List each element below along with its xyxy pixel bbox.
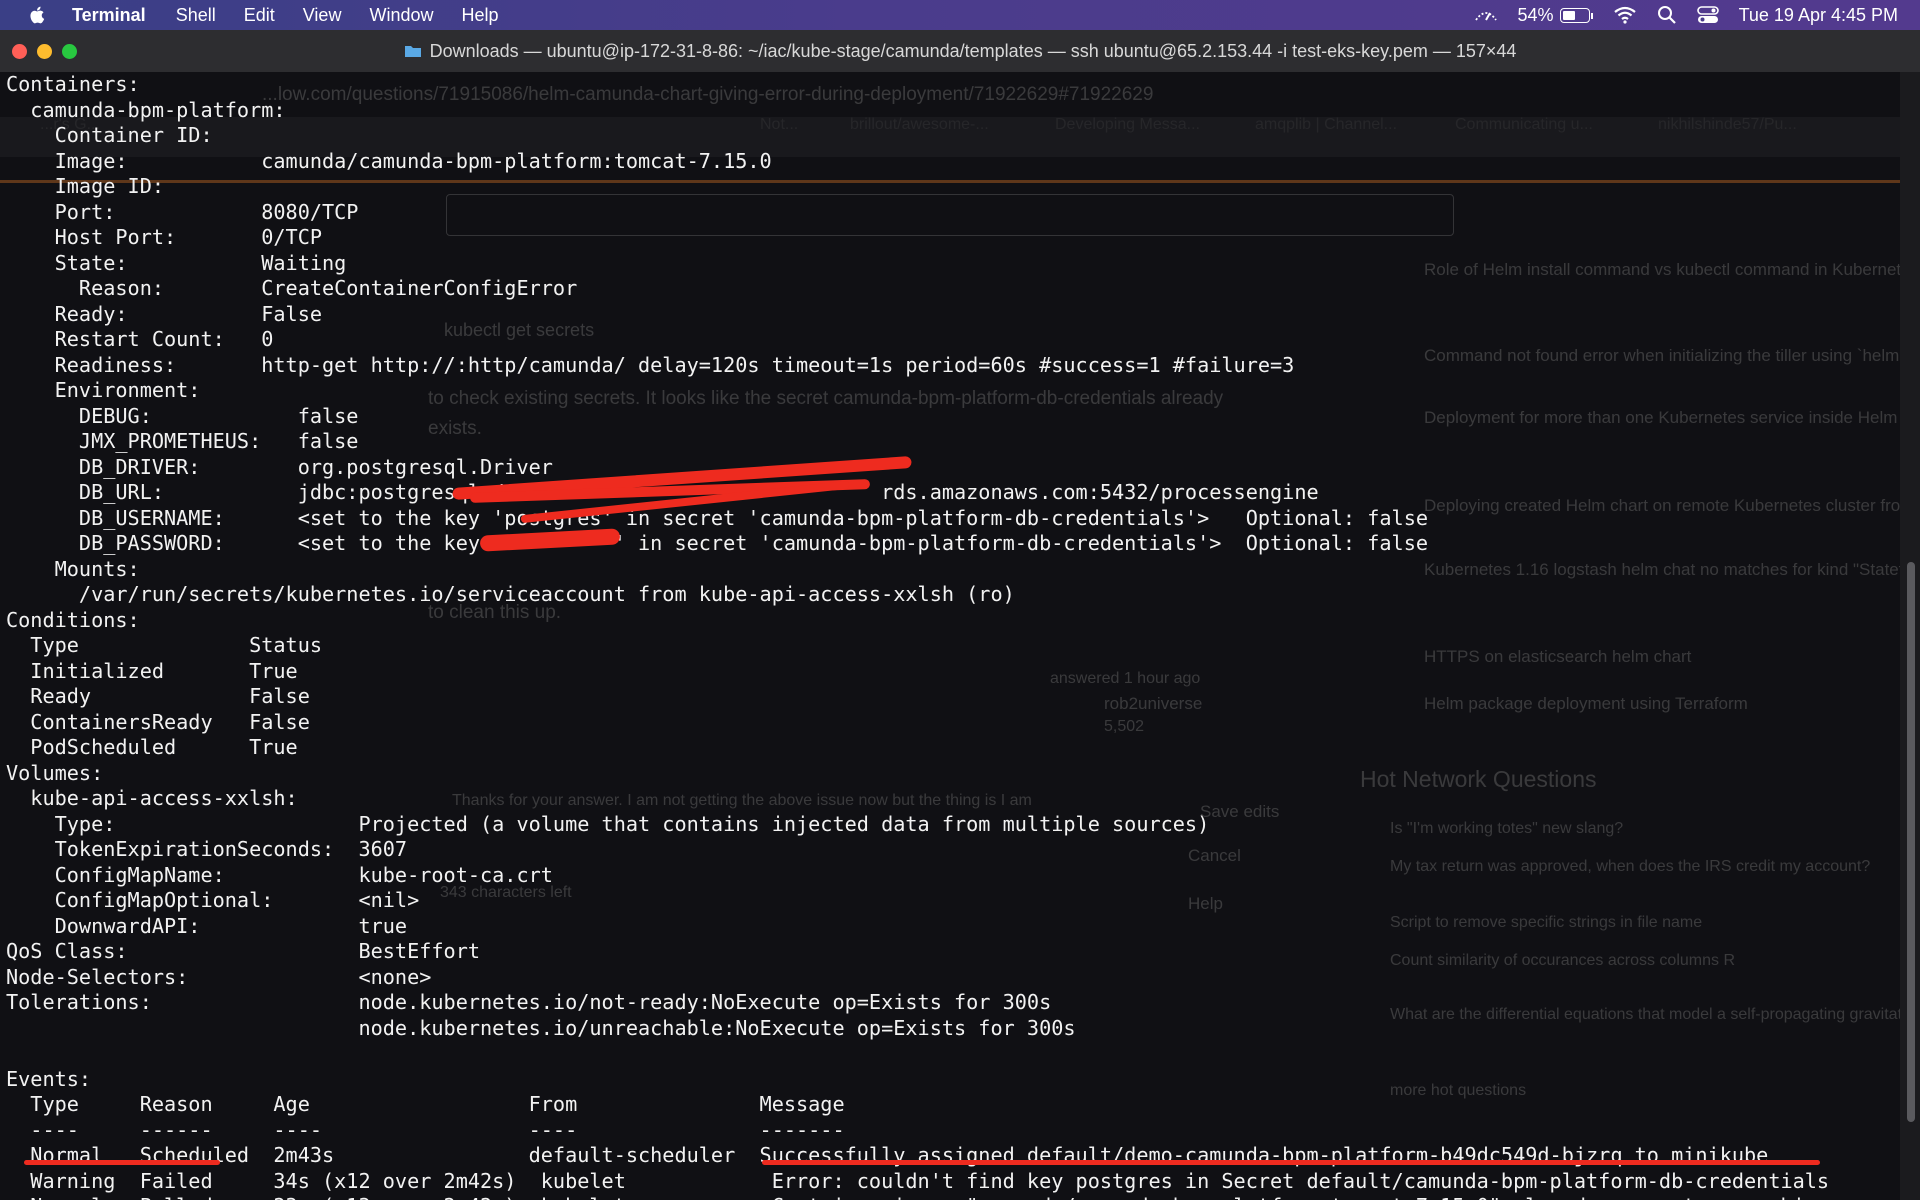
highlight-underline	[24, 1160, 220, 1165]
terminal-line: Port: 8080/TCP	[6, 199, 359, 224]
ghost-orange-stripe	[0, 180, 1920, 183]
terminal-line: Type: Projected (a volume that contains …	[6, 811, 1210, 836]
menu-shell[interactable]: Shell	[176, 5, 216, 26]
terminal-line: ConfigMapOptional: <nil>	[6, 888, 420, 912]
terminal-view[interactable]: ...low.com/questions/71915086/helm-camun…	[0, 72, 1920, 1200]
terminal-line: Reason: CreateContainerConfigError	[6, 276, 578, 300]
terminal-line: /var/run/secrets/kubernetes.io/serviceac…	[6, 582, 1015, 606]
terminal-line: Host Port: 0/TCP	[6, 225, 323, 249]
terminal-line: Events:	[6, 1066, 92, 1091]
terminal-line: DB_PASSWORD: <set to the key ' ' in secr…	[6, 531, 1429, 555]
terminal-line: Image ID:	[6, 174, 165, 198]
terminal-line: Readiness: http-get http://:http/camunda…	[6, 352, 1295, 377]
terminal-line: ConfigMapName: kube-root-ca.crt	[6, 862, 553, 887]
terminal-line: Ready False	[6, 684, 310, 708]
terminal-line: ---- ------ ---- ---- -------	[6, 1117, 845, 1142]
terminal-line: kube-api-access-xxlsh:	[6, 786, 298, 810]
ghost-bookmarks-bar: ...r's G... Not... brillout/awesome-... …	[40, 116, 1797, 133]
apple-icon[interactable]	[24, 5, 52, 25]
terminal-line: camunda-bpm-platform:	[6, 97, 286, 122]
terminal-line: Warning Failed 34s (x12 over 2m42s) kube…	[6, 1168, 1830, 1193]
terminal-line: Containers:	[6, 72, 140, 96]
scrollbar[interactable]	[1900, 72, 1920, 1200]
ghost-url: ...low.com/questions/71915086/helm-camun…	[262, 84, 1154, 105]
menu-app-terminal[interactable]: Terminal	[72, 5, 146, 26]
search-icon[interactable]	[1657, 5, 1677, 25]
terminal-line: Mounts:	[6, 556, 140, 581]
terminal-line: DB_DRIVER: org.postgresql.Driver	[6, 454, 553, 479]
clock[interactable]: Tue 19 Apr 4:45 PM	[1739, 5, 1898, 26]
terminal-line: Volumes:	[6, 760, 104, 785]
terminal-line: Tolerations: node.kubernetes.io/not-read…	[6, 990, 1052, 1014]
terminal-line: Normal Pulled 23s (x13 over 2m42s) kubel…	[6, 1194, 1829, 1200]
terminal-line: State: Waiting	[6, 250, 347, 275]
battery-icon[interactable]	[1559, 5, 1593, 26]
terminal-line: Container ID:	[6, 123, 213, 147]
terminal-line: PodScheduled True	[6, 735, 298, 759]
window-title: Downloads — ubuntu@ip-172-31-8-86: ~/iac…	[429, 40, 1517, 61]
ghost-search-box	[446, 194, 1454, 236]
battery-percent: 54%	[1517, 4, 1554, 25]
terminal-line: Restart Count: 0	[6, 327, 274, 351]
menu-edit[interactable]: Edit	[244, 5, 275, 26]
terminal-line: Conditions:	[6, 607, 140, 632]
folder-icon	[404, 46, 421, 57]
terminal-line: QoS Class: BestEffort	[6, 939, 481, 963]
terminal-line: DEBUG: false	[6, 403, 359, 428]
window-title-bar[interactable]: Downloads — ubuntu@ip-172-31-8-86: ~/iac…	[0, 30, 1920, 73]
menu-view[interactable]: View	[303, 5, 342, 26]
terminal-line: Type Status	[6, 633, 323, 657]
menu-help[interactable]: Help	[461, 5, 498, 26]
menu-bar: Terminal Shell Edit View Window Help 54%	[0, 0, 1920, 30]
terminal-line: node.kubernetes.io/unreachable:NoExecute…	[6, 1015, 1076, 1040]
menu-window[interactable]: Window	[369, 5, 433, 26]
control-center-icon[interactable]	[1696, 6, 1719, 24]
terminal-line: DownwardAPI: true	[6, 913, 408, 938]
terminal-line: DB_USERNAME: <set to the key 'postgres' …	[6, 505, 1429, 530]
cursor-speed-icon[interactable]	[1474, 6, 1498, 24]
terminal-line: JMX_PROMETHEUS: false	[6, 429, 359, 453]
wifi-icon[interactable]	[1613, 6, 1637, 24]
status-area: 54% Tue 19 Apr 4:45 PM	[1454, 0, 1898, 30]
highlight-underline	[762, 1160, 1820, 1165]
terminal-line: ContainersReady False	[6, 709, 310, 734]
terminal-line: Environment:	[6, 378, 201, 402]
terminal-line: Ready: False	[6, 301, 323, 326]
terminal-line: Type Reason Age From Message	[6, 1092, 845, 1116]
terminal-line: Image: camunda/camunda-bpm-platform:tomc…	[6, 148, 772, 173]
terminal-line: Node-Selectors: <none>	[6, 964, 432, 989]
scrollbar-thumb[interactable]	[1907, 562, 1915, 1122]
terminal-line: TokenExpirationSeconds: 3607	[6, 837, 408, 861]
terminal-line: Initialized True	[6, 658, 298, 683]
